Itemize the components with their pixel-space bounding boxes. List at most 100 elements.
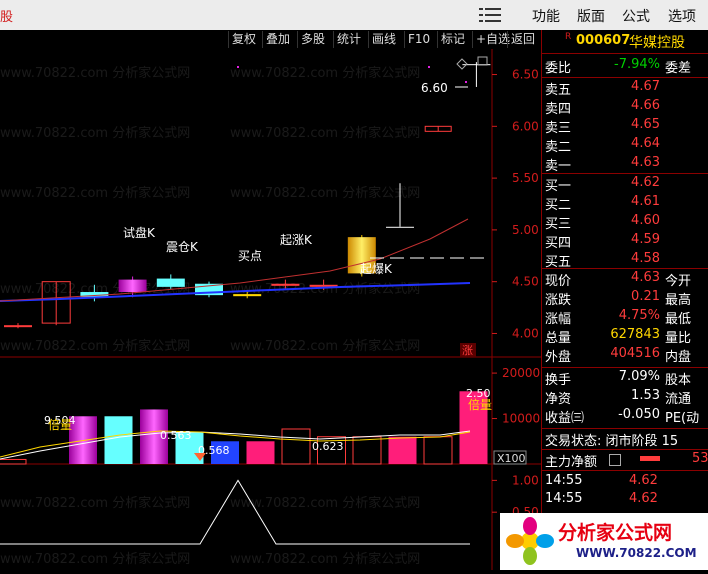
main-net-value: 53	[692, 451, 708, 466]
logo-main-text: 分析家公式网	[558, 522, 673, 544]
volume-tag: 倍量	[48, 417, 72, 432]
window-icon	[477, 56, 488, 66]
price-tick-label: 5.50	[512, 171, 539, 185]
volume-bar	[0, 458, 27, 465]
weicha-label: 委差	[665, 61, 692, 76]
stock-code-prefix: R	[565, 32, 572, 42]
volume-bar	[423, 436, 453, 465]
stat2-row: 收益㈢ -0.050 PE(动	[545, 407, 699, 427]
indicator-line	[0, 479, 470, 545]
list-icon[interactable]	[609, 454, 621, 466]
stat-row-value: 627843	[610, 327, 660, 342]
stat2-row-value: 1.53	[631, 388, 660, 403]
candle-body	[118, 279, 147, 293]
menu-xuanxiang[interactable]: 选项	[668, 6, 696, 26]
volume-tick-label: 20000	[502, 366, 540, 380]
signal-dot	[237, 66, 239, 68]
duogu-button[interactable]: 多股	[297, 31, 328, 48]
stat-row-label: 外盘	[545, 350, 572, 365]
stat-row: 涨幅 4.75% 最低	[545, 308, 691, 328]
stat-row-label: 涨幅	[545, 312, 572, 327]
tick-price: 4.62	[629, 491, 658, 506]
stat-row-value: 4.63	[631, 270, 660, 285]
stat2-row-label: 收益㈢	[545, 411, 585, 426]
bid-row: 买五 4.58	[545, 251, 660, 271]
stat2-row-value: -0.050	[618, 407, 660, 422]
bid-row-label: 买三	[545, 217, 572, 232]
divider	[541, 77, 708, 78]
menu-gongneng[interactable]: 功能	[532, 6, 560, 26]
main-net-row[interactable]: 主力净额 53	[545, 451, 708, 471]
bid-row: 买一 4.62	[545, 175, 660, 195]
tick-row: 14:55 4.62	[545, 491, 658, 511]
stat-row-label2: 最高	[665, 293, 692, 308]
ask-row-label: 卖二	[545, 140, 572, 155]
tongji-button[interactable]: 统计	[333, 31, 364, 48]
stat-row-label2: 今开	[665, 274, 692, 289]
app-logo-text: 股	[0, 10, 14, 25]
price-tick-label: 6.50	[512, 68, 539, 82]
candle-annotation: 买点	[238, 249, 262, 263]
ask-row-label: 卖四	[545, 102, 572, 117]
candle-annotation: 起涨K	[280, 232, 313, 247]
kline-chart[interactable]: 6.50 6.00 5.50 5.00 4.50 4.00 试盘K 震仓K 买点 起涨K 起爆K 6.…	[0, 49, 541, 570]
candle-annotation: 震仓K	[166, 240, 199, 254]
stat-row: 外盘 404516 内盘	[545, 346, 691, 366]
trade-state: 交易状态: 闭市阶段 15	[545, 434, 679, 449]
volume-annotation: 0.563	[160, 429, 192, 442]
price-tick-label: 4.50	[512, 275, 539, 289]
candle-annotation: 起爆K	[360, 262, 393, 276]
bid-row-value: 4.61	[631, 194, 660, 209]
menu-gongshi[interactable]: 公式	[622, 6, 650, 26]
ask-row-value: 4.66	[631, 98, 660, 113]
volume-bar	[352, 436, 382, 465]
ask-row-label: 卖三	[545, 121, 572, 136]
volume-bar	[388, 436, 417, 464]
bid-row-label: 买五	[545, 255, 572, 270]
huaxian-button[interactable]: 画线	[368, 31, 399, 48]
stat-row-label: 涨跌	[545, 293, 572, 308]
divider	[541, 428, 708, 429]
menu-banmian[interactable]: 版面	[577, 6, 605, 26]
stat-row-value: 404516	[610, 346, 660, 361]
bid-row-label: 买一	[545, 179, 572, 194]
candle-annotation: 试盘K	[123, 225, 156, 240]
stat-row-label: 总量	[545, 331, 572, 346]
stat-row: 涨跌 0.21 最高	[545, 289, 691, 309]
bid-row-label: 买四	[545, 236, 572, 251]
candle-body	[271, 283, 300, 286]
ask-row-label: 卖一	[545, 159, 572, 174]
weibi-label: 委比	[545, 61, 572, 76]
tick-price: 4.62	[629, 473, 658, 488]
diejia-button[interactable]: 叠加	[262, 31, 293, 48]
volume-tag: 倍量	[468, 397, 492, 412]
bid-row: 买三 4.60	[545, 213, 660, 233]
candle-annotation: 6.60	[421, 81, 448, 95]
ask-row: 卖三 4.65	[545, 117, 660, 137]
volume-bar	[104, 416, 133, 464]
biaoji-button[interactable]: 标记	[437, 31, 468, 48]
ask-row-value: 4.65	[631, 117, 660, 132]
ask-row-value: 4.64	[631, 136, 660, 151]
volume-annotation: 0.623	[312, 440, 344, 453]
price-tick-label: 5.00	[512, 223, 539, 237]
f10-button[interactable]: F10	[404, 31, 433, 48]
volume-unit-label: X100	[497, 452, 526, 465]
back-button[interactable]: 返回	[507, 31, 538, 48]
fuquan-button[interactable]: 复权	[228, 31, 259, 48]
bid-row-label: 买二	[545, 198, 572, 213]
logo-sub-text: WWW.70822.COM	[576, 546, 697, 560]
stat-row-value: 4.75%	[618, 308, 660, 323]
divider	[541, 367, 708, 368]
net-bar	[640, 456, 660, 461]
stat-row: 现价 4.63 今开	[545, 270, 691, 290]
divider	[541, 470, 708, 471]
signal-dot	[428, 66, 430, 68]
stat2-row-label: 净资	[545, 392, 572, 407]
bid-row-value: 4.59	[631, 232, 660, 247]
ask-row: 卖五 4.67	[545, 79, 660, 99]
stat2-row-value: 7.09%	[618, 369, 660, 384]
hamburger-menu-icon[interactable]	[479, 7, 501, 23]
candle-body	[233, 294, 262, 297]
candle-body	[156, 278, 185, 287]
